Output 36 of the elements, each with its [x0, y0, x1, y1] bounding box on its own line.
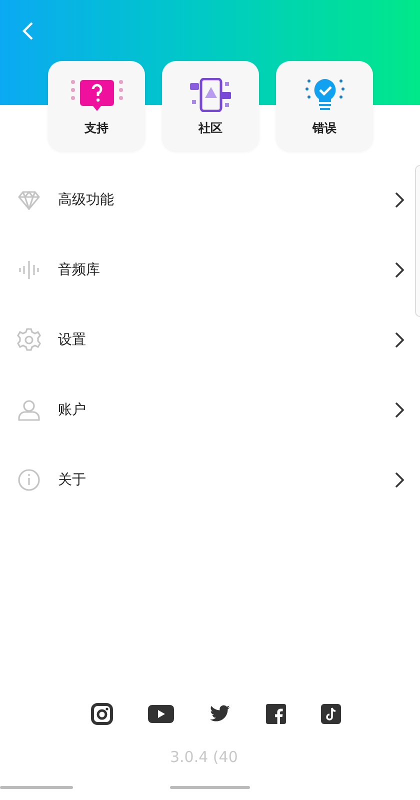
phone-warning-icon — [188, 78, 232, 112]
chevron-icon — [394, 402, 404, 418]
info-icon — [18, 469, 40, 491]
feature-card[interactable]: 错误 — [276, 61, 373, 151]
menu-label: 关于 — [58, 471, 87, 489]
side-handle[interactable] — [415, 165, 420, 317]
bird-icon[interactable] — [209, 705, 231, 723]
feature-card[interactable]: 社区 — [162, 61, 259, 151]
settings-icon — [17, 328, 41, 352]
chevron-icon — [394, 192, 404, 208]
menu-item[interactable]: 音频库 — [0, 235, 413, 305]
menu-label: 账户 — [58, 401, 87, 419]
sound-wave-icon — [18, 260, 40, 280]
menu-label: 音频库 — [58, 261, 101, 279]
menu-item[interactable]: 设置 — [0, 305, 413, 375]
menu-label: 高级功能 — [58, 191, 115, 209]
person-icon — [18, 399, 40, 421]
lightbulb-check-icon — [304, 78, 344, 112]
chevron-icon — [394, 332, 404, 348]
play-icon[interactable] — [148, 705, 174, 723]
menu-label: 设置 — [58, 331, 87, 349]
card-label: 支持 — [84, 120, 108, 137]
chevron-icon — [394, 262, 404, 278]
facebook-icon[interactable] — [266, 704, 286, 724]
camera-icon[interactable] — [91, 703, 113, 725]
card-label: 社区 — [198, 120, 222, 137]
menu-item[interactable]: 高级功能 — [0, 165, 413, 235]
back-icon[interactable] — [21, 21, 35, 41]
feature-card[interactable]: 支持 — [48, 61, 145, 151]
music-note-icon[interactable] — [321, 704, 341, 724]
chevron-icon — [394, 472, 404, 488]
question-bubble-icon — [68, 78, 124, 112]
diamond-icon — [18, 190, 40, 210]
menu-item[interactable]: 账户 — [0, 375, 413, 445]
menu-item[interactable]: 关于 — [0, 445, 413, 515]
card-label: 错误 — [312, 120, 336, 137]
